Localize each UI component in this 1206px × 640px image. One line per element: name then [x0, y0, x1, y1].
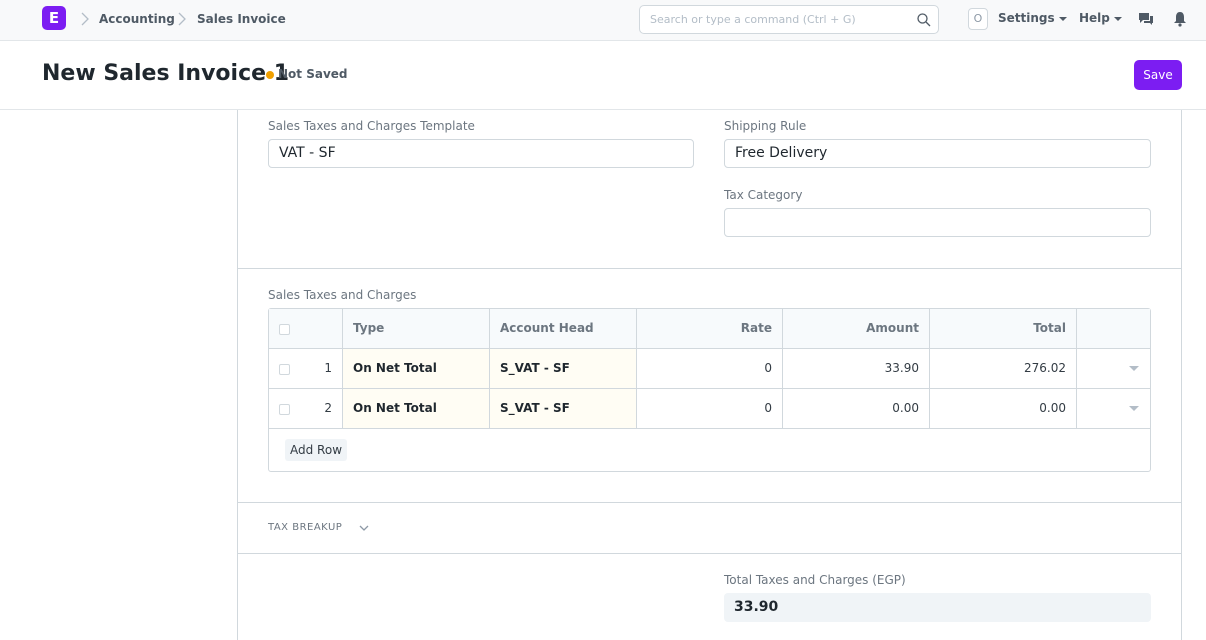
form-body: Sales Taxes and Charges Template VAT - S… [237, 110, 1182, 640]
tax-breakup-toggle[interactable]: TAX BREAKUP [268, 522, 342, 533]
caret-down-icon[interactable] [1129, 406, 1139, 411]
table-row[interactable]: 1 On Net Total S_VAT - SF 0 33.90 276.02 [269, 349, 1150, 389]
row-actions-cell[interactable] [1077, 389, 1152, 428]
type-cell[interactable]: On Net Total [343, 349, 490, 388]
breadcrumb-accounting[interactable]: Accounting [99, 12, 175, 26]
help-label: Help [1079, 11, 1110, 25]
header-actions-cell [1077, 309, 1152, 348]
total-taxes-label: Total Taxes and Charges (EGP) [724, 573, 906, 587]
table-footer: Add Row [269, 429, 1150, 471]
chevron-right-icon [178, 12, 186, 26]
bell-icon[interactable] [1173, 11, 1187, 27]
column-header-account-head[interactable]: Account Head [490, 309, 637, 348]
tax-category-field[interactable] [724, 208, 1151, 237]
search-placeholder: Search or type a command (Ctrl + G) [650, 13, 856, 26]
navbar: E Accounting Sales Invoice Search or typ… [0, 0, 1206, 41]
section-divider [238, 268, 1181, 269]
table-row[interactable]: 2 On Net Total S_VAT - SF 0 0.00 0.00 [269, 389, 1150, 429]
add-row-button[interactable]: Add Row [285, 439, 348, 461]
column-header-rate[interactable]: Rate [637, 309, 783, 348]
row-index: 2 [324, 401, 332, 415]
rate-cell[interactable]: 0 [637, 349, 783, 388]
avatar[interactable]: O [968, 8, 988, 30]
select-all-checkbox[interactable] [279, 324, 290, 335]
chat-icon[interactable] [1138, 11, 1154, 27]
amount-cell[interactable]: 33.90 [783, 349, 930, 388]
save-button[interactable]: Save [1134, 60, 1182, 90]
table-header-row: Type Account Head Rate Amount Total [269, 309, 1150, 349]
column-header-type[interactable]: Type [343, 309, 490, 348]
caret-down-icon[interactable] [1129, 366, 1139, 371]
template-label: Sales Taxes and Charges Template [268, 119, 475, 133]
total-cell[interactable]: 0.00 [930, 389, 1077, 428]
help-menu[interactable]: Help [1079, 11, 1122, 25]
page-title: New Sales Invoice 1 [42, 61, 289, 86]
caret-down-icon [1113, 16, 1122, 21]
app-logo[interactable]: E [42, 6, 66, 30]
search-input[interactable]: Search or type a command (Ctrl + G) [639, 5, 939, 34]
section-divider [238, 502, 1181, 503]
tax-category-label: Tax Category [724, 188, 803, 202]
row-actions-cell[interactable] [1077, 349, 1152, 388]
amount-cell[interactable]: 0.00 [783, 389, 930, 428]
chevron-right-icon [81, 12, 89, 26]
template-field[interactable]: VAT - SF [268, 139, 694, 168]
row-index: 1 [324, 361, 332, 375]
shipping-rule-field[interactable]: Free Delivery [724, 139, 1151, 168]
total-taxes-value: 33.90 [724, 593, 1151, 622]
chevron-down-icon[interactable] [358, 522, 370, 534]
row-checkbox[interactable] [279, 364, 290, 375]
total-cell[interactable]: 276.02 [930, 349, 1077, 388]
header-select-cell [269, 309, 343, 348]
caret-down-icon [1058, 16, 1067, 21]
search-icon [917, 13, 931, 27]
account-head-cell[interactable]: S_VAT - SF [490, 389, 637, 428]
type-cell[interactable]: On Net Total [343, 389, 490, 428]
rate-cell[interactable]: 0 [637, 389, 783, 428]
column-header-total[interactable]: Total [930, 309, 1077, 348]
status-dot-icon [266, 71, 274, 79]
page-head: New Sales Invoice 1 Not Saved Save [0, 41, 1206, 110]
shipping-rule-label: Shipping Rule [724, 119, 807, 133]
breadcrumb-sales-invoice[interactable]: Sales Invoice [197, 12, 286, 26]
status-badge: Not Saved [278, 67, 348, 81]
settings-label: Settings [998, 11, 1055, 25]
row-index-cell: 1 [269, 349, 343, 388]
section-divider [238, 553, 1181, 554]
account-head-cell[interactable]: S_VAT - SF [490, 349, 637, 388]
row-checkbox[interactable] [279, 404, 290, 415]
settings-menu[interactable]: Settings [998, 11, 1067, 25]
charges-table: Type Account Head Rate Amount Total 1 On… [268, 308, 1151, 472]
column-header-amount[interactable]: Amount [783, 309, 930, 348]
charges-table-label: Sales Taxes and Charges [268, 288, 417, 302]
row-index-cell: 2 [269, 389, 343, 428]
